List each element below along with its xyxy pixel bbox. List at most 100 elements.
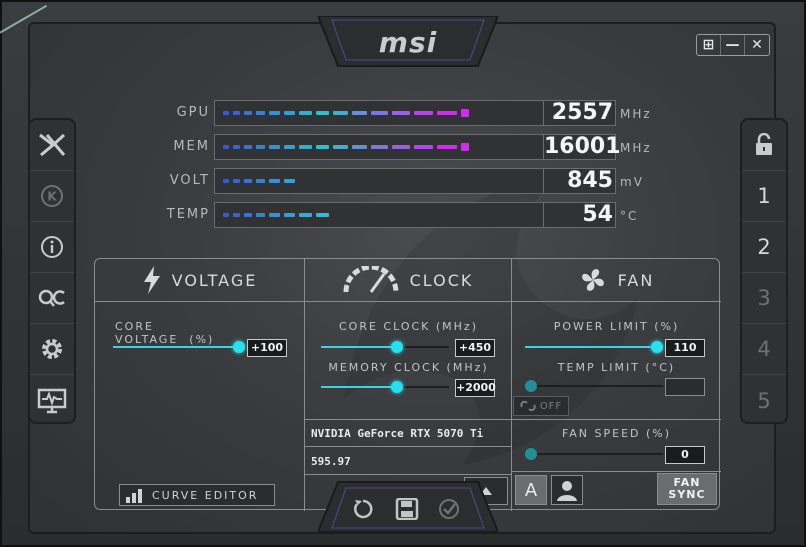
bar-segment bbox=[233, 111, 241, 115]
save-icon bbox=[395, 498, 419, 520]
profile-3-button[interactable]: 3 bbox=[742, 273, 786, 324]
windows-icon[interactable]: ⊞ bbox=[697, 35, 721, 55]
temp-limit-label: TEMP LIMIT (°C) bbox=[557, 361, 676, 374]
core-voltage-slider[interactable] bbox=[113, 340, 245, 354]
core-clock-input[interactable]: +450 bbox=[455, 339, 495, 357]
memory-clock-input[interactable]: +2000 bbox=[455, 379, 496, 397]
core-clock-slider[interactable] bbox=[321, 340, 449, 354]
monitor-temp: TEMP 54 °C bbox=[140, 202, 680, 230]
monitor-gpu: GPU 2557 MHz bbox=[140, 100, 680, 128]
temp-limit-input[interactable] bbox=[665, 378, 705, 396]
bar-segment bbox=[233, 179, 241, 183]
monitor-volt: VOLT 845 mV bbox=[140, 168, 680, 196]
bar-segment bbox=[315, 111, 330, 115]
clock-title: CLOCK bbox=[409, 270, 474, 290]
kombustor-icon: K bbox=[41, 185, 63, 207]
bar-segment bbox=[283, 111, 296, 115]
bar-segment bbox=[333, 145, 348, 149]
left-sidebar: K bbox=[28, 118, 76, 424]
bar-segment bbox=[244, 145, 253, 149]
core-voltage-input[interactable]: +100 bbox=[247, 339, 287, 357]
curve-editor-label: CURVE EDITOR bbox=[152, 488, 259, 502]
memory-clock-slider[interactable] bbox=[321, 380, 449, 394]
user-icon bbox=[557, 481, 577, 501]
gear-icon bbox=[42, 339, 62, 359]
bar-segment bbox=[413, 145, 433, 149]
bar-segment bbox=[256, 145, 266, 149]
settings-button[interactable] bbox=[30, 324, 74, 375]
curve-editor-icon bbox=[126, 489, 142, 503]
temp-limit-slider[interactable] bbox=[525, 379, 663, 393]
mem-bar bbox=[214, 134, 544, 160]
mem-label: MEM bbox=[173, 139, 210, 154]
memory-clock-label: MEMORY CLOCK (MHz) bbox=[328, 361, 489, 374]
profile-2-button[interactable]: 2 bbox=[742, 222, 786, 273]
bar-segment bbox=[223, 111, 229, 115]
driver-version: 595.97 bbox=[305, 447, 511, 475]
bottom-actions bbox=[318, 480, 498, 532]
gpu-unit: MHz bbox=[620, 107, 652, 121]
fan-divider-2 bbox=[512, 471, 721, 472]
monitoring-button[interactable] bbox=[30, 375, 74, 426]
profile-1-button[interactable]: 1 bbox=[742, 171, 786, 222]
profile-5-button[interactable]: 5 bbox=[742, 375, 786, 426]
unlock-icon bbox=[756, 133, 772, 155]
minimize-button[interactable]: — bbox=[721, 35, 745, 55]
profile-4-button[interactable]: 4 bbox=[742, 324, 786, 375]
power-limit-slider[interactable] bbox=[525, 340, 663, 354]
bar-segment bbox=[256, 111, 266, 115]
curve-editor-button[interactable]: CURVE EDITOR bbox=[119, 484, 275, 506]
gpu-value: 2557 bbox=[544, 100, 616, 126]
oc-button[interactable] bbox=[30, 273, 74, 324]
bar-segment bbox=[283, 179, 296, 183]
mem-unit: MHz bbox=[620, 141, 652, 155]
bar-segment bbox=[371, 145, 389, 149]
bar-segment bbox=[233, 213, 241, 217]
fan-icon bbox=[581, 269, 604, 291]
bar-segment bbox=[392, 111, 410, 115]
bar-segment bbox=[269, 145, 280, 149]
clock-header: CLOCK bbox=[304, 259, 511, 301]
bar-segment bbox=[315, 213, 330, 217]
bar-segment bbox=[223, 179, 229, 183]
gpu-name: NVIDIA GeForce RTX 5070 Ti bbox=[305, 419, 511, 447]
bar-segment bbox=[244, 179, 253, 183]
gpu-label: GPU bbox=[176, 105, 210, 120]
bar-segment bbox=[269, 213, 280, 217]
profile-lock-button[interactable] bbox=[742, 120, 786, 171]
gpu-bar bbox=[214, 100, 544, 126]
volt-label: VOLT bbox=[169, 173, 210, 188]
auto-fan-button[interactable]: A bbox=[515, 475, 547, 505]
kombustor-button[interactable]: K bbox=[30, 171, 74, 222]
temp-label: TEMP bbox=[166, 207, 210, 222]
temp-value: 54 bbox=[544, 202, 616, 228]
bar-segment bbox=[256, 213, 266, 217]
bar-segment bbox=[233, 145, 241, 149]
fan-sync-button[interactable]: FAN SYNC bbox=[657, 473, 717, 505]
oc-scanner-button[interactable] bbox=[30, 120, 74, 171]
right-sidebar: 1 2 3 4 5 bbox=[740, 118, 788, 424]
power-limit-input[interactable]: 110 bbox=[665, 339, 705, 357]
bar-segment bbox=[413, 111, 433, 115]
save-button[interactable] bbox=[392, 496, 422, 522]
bar-segment bbox=[283, 213, 296, 217]
fan-speed-slider[interactable] bbox=[525, 447, 663, 461]
bar-segment bbox=[283, 145, 296, 149]
fan-speed-input[interactable]: 0 bbox=[665, 446, 705, 464]
link-toggle-button[interactable]: OFF bbox=[513, 396, 569, 416]
info-button[interactable] bbox=[30, 222, 74, 273]
close-button[interactable]: ✕ bbox=[745, 35, 769, 55]
reset-button[interactable] bbox=[348, 496, 378, 522]
link-icon bbox=[520, 400, 536, 412]
bar-segment bbox=[436, 111, 457, 115]
bar-segment bbox=[333, 111, 348, 115]
user-fan-button[interactable] bbox=[551, 475, 583, 505]
apply-icon bbox=[439, 499, 459, 519]
fan-header: FAN bbox=[511, 259, 721, 301]
bar-segment bbox=[299, 145, 312, 149]
svg-text:K: K bbox=[47, 190, 57, 204]
apply-button[interactable] bbox=[434, 496, 464, 522]
monitor-icon bbox=[37, 388, 67, 413]
bar-segment bbox=[351, 145, 368, 149]
control-panel: VOLTAGE CLOCK FAN CORE VOLTAGE (%) +100 … bbox=[94, 258, 721, 511]
